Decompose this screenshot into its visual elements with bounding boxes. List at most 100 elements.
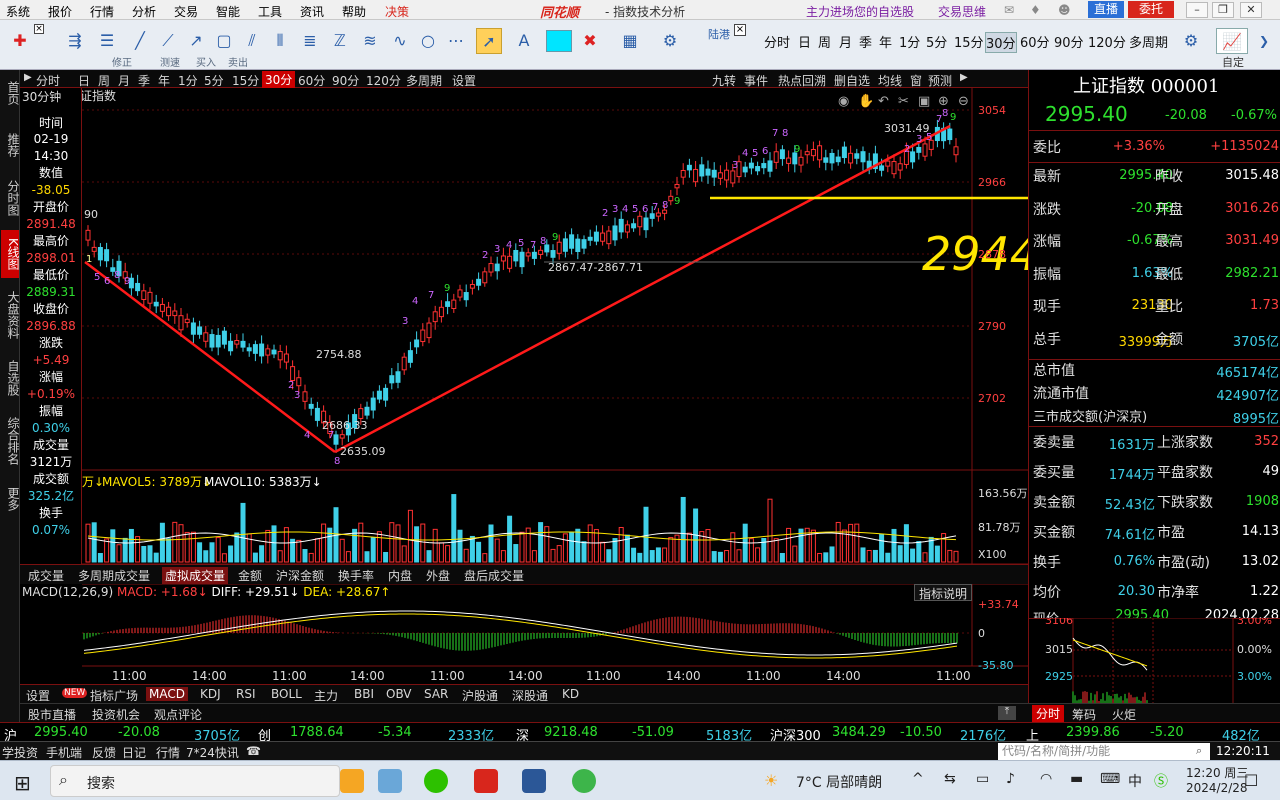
user-icon[interactable]: ☻ [1058,3,1071,17]
wifi-icon[interactable]: ◠ [1040,771,1052,787]
mail-icon[interactable]: ✉ [1004,3,1014,17]
period-15min[interactable]: 15分 [954,32,984,51]
line-icon[interactable]: ╱ [128,28,152,54]
volume-icon[interactable]: ♪ [1006,771,1015,787]
menu-help[interactable]: 帮助 [342,3,366,20]
status-mobile[interactable]: 手机端 [46,744,82,761]
menu-market[interactable]: 行情 [90,3,114,20]
menu-smart[interactable]: 智能 [216,3,240,20]
wave-icon[interactable]: ∿ [388,28,412,54]
subtab-multi-volume[interactable]: 多周期成交量 [78,567,150,584]
cb-hotspot[interactable]: 热点回溯 [778,72,826,89]
browser-icon[interactable] [572,769,596,793]
ind-rsi[interactable]: RSI [236,687,256,701]
cb-day[interactable]: 日 [78,72,90,89]
subtab-hs-amount[interactable]: 沪深金额 [276,567,324,584]
nav-market-data[interactable]: 大盘资料 [1,284,20,346]
ind-macd[interactable]: MACD [146,687,188,701]
close-toolbar-icon[interactable]: × [34,24,44,34]
text-lines-icon[interactable]: ☰ [94,28,120,54]
cb-forecast[interactable]: 预测 [928,72,952,89]
expand-up-icon[interactable]: ⤒ [998,706,1016,720]
windows-start-icon[interactable]: ⊞ [14,771,31,795]
nav-more[interactable]: 更多 [1,482,20,516]
rtab-timeshare[interactable]: 分时 [1032,705,1065,722]
weather-text[interactable]: 7°C 局部晴朗 [796,772,882,792]
period-90min[interactable]: 90分 [1054,32,1084,51]
custom-chart-icon[interactable]: 📈 [1216,28,1248,54]
nav-timeshare[interactable]: 分时图 [1,174,20,222]
status-learn[interactable]: 学投资 [2,744,38,761]
ind-main[interactable]: 主力 [314,687,338,704]
promo-link-2[interactable]: 交易思维 [938,3,986,20]
segment-icon[interactable]: ↗ [184,28,208,54]
subtab-virtual-volume[interactable]: 虚拟成交量 [162,567,229,584]
cb-1min[interactable]: 1分 [178,72,198,89]
cb-120min[interactable]: 120分 [366,72,401,89]
pointer-icon[interactable]: ➚ [476,28,502,54]
minimize-button[interactable]: – [1186,2,1208,18]
ind-bbi[interactable]: BBI [354,687,374,701]
status-feedback[interactable]: 反馈 [92,744,116,761]
collapse-icon[interactable]: ❯ [1254,28,1274,54]
delegate-button[interactable]: 委托 [1128,1,1174,18]
subtab-inner[interactable]: 内盘 [388,567,412,584]
cb-events[interactable]: 事件 [744,72,768,89]
cross-icon[interactable]: ✚ [8,28,32,54]
ime-indicator[interactable]: 中 [1128,771,1142,791]
taskbar-clock-time[interactable]: 12:20 周三 [1186,764,1248,781]
news-opportunity[interactable]: 投资机会 [92,706,140,723]
color-swatch-icon[interactable] [546,30,572,52]
weather-icon[interactable]: ☀ [764,771,778,790]
news-live[interactable]: 股市直播 [28,706,76,723]
period-5min[interactable]: 5分 [926,32,947,51]
indicator-help-button[interactable]: 指标说明 [914,584,973,601]
period-1min[interactable]: 1分 [899,32,920,51]
period-day[interactable]: 日 [798,32,811,51]
nav-kline[interactable]: K线图 [1,230,20,278]
app-icon-files[interactable] [378,769,402,793]
ray-icon[interactable]: ⟋ [156,28,180,54]
cb-5min[interactable]: 5分 [204,72,224,89]
cb-month[interactable]: 月 [118,72,130,89]
cb-ma[interactable]: 均线 [878,72,902,89]
cb-fenshi[interactable]: 分时 [36,72,60,89]
menu-trade[interactable]: 交易 [174,3,198,20]
channel-icon[interactable]: ≣ [298,28,322,54]
period-week[interactable]: 周 [818,32,831,51]
status-flash-news[interactable]: 7*24快讯 [186,744,239,761]
mini-timeshare-chart[interactable]: 3106 3015 2925 3.00% 0.00% 3.00% [1029,618,1280,704]
period-settings-icon[interactable]: ⚙ [1178,28,1204,54]
period-season[interactable]: 季 [859,32,872,51]
cb-season[interactable]: 季 [138,72,150,89]
more-icon[interactable]: ⋯ [444,28,468,54]
menu-system[interactable]: 系统 [6,3,30,20]
promo-link-1[interactable]: 主力进场您的自选股 [806,3,914,20]
ind-sz-connect[interactable]: 深股通 [512,687,548,704]
ind-boll[interactable]: BOLL [271,687,302,701]
keyboard-icon[interactable]: ⌨ [1100,771,1120,787]
parallel-icon[interactable]: ⫽ [240,28,264,54]
tonghuashun-icon[interactable] [474,769,498,793]
restore-button[interactable]: ❐ [1212,2,1234,18]
ind-kd[interactable]: KD [562,687,579,701]
close-button[interactable]: ✕ [1240,2,1262,18]
menu-decision[interactable]: 决策 [385,3,409,20]
word-icon[interactable] [522,769,546,793]
subtab-amount[interactable]: 金额 [238,567,262,584]
cb-multi[interactable]: 多周期 [406,72,442,89]
status-diary[interactable]: 日记 [122,744,146,761]
shirt-icon[interactable]: ♦ [1030,3,1041,17]
nav-watchlist[interactable]: 自选股 [1,354,20,402]
cb-60min[interactable]: 60分 [298,72,325,89]
subtab-after-hours[interactable]: 盘后成交量 [464,567,524,584]
cb-remove-watch[interactable]: 删自选 [834,72,870,89]
text-tool-icon[interactable]: A [510,28,538,54]
tray-display-icon[interactable]: ▭ [976,771,989,787]
chart-bar-arrow-icon[interactable]: ▶ [960,72,968,83]
partial-label[interactable]: 陆港 [708,26,730,42]
nav-recommend[interactable]: 推荐 [1,124,20,166]
cb-week[interactable]: 周 [98,72,110,89]
tray-s-icon[interactable]: Ⓢ [1154,771,1168,791]
subtab-outer[interactable]: 外盘 [426,567,450,584]
